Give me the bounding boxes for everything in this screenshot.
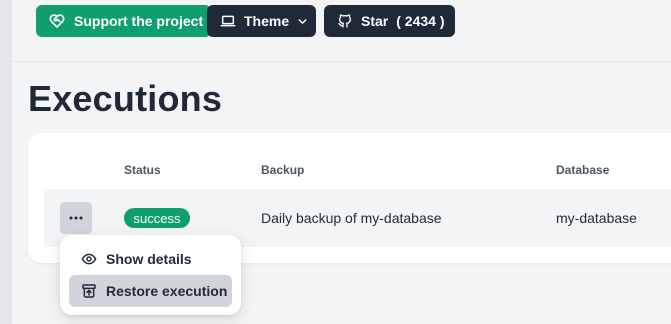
- page-title: Executions: [28, 78, 223, 119]
- eye-icon: [81, 253, 97, 265]
- menu-item-restore-execution[interactable]: Restore execution: [69, 275, 232, 307]
- sidebar-edge: [0, 0, 12, 324]
- menu-item-show-details[interactable]: Show details: [69, 243, 232, 275]
- theme-dropdown-button[interactable]: Theme: [207, 5, 316, 37]
- more-horizontal-icon: [69, 216, 83, 220]
- support-project-button[interactable]: Support the project: [36, 5, 211, 37]
- chevron-down-icon: [298, 18, 307, 24]
- column-header-status[interactable]: Status: [124, 163, 161, 177]
- row-actions-button[interactable]: [60, 202, 92, 234]
- github-star-button[interactable]: Star ( 2434 ): [324, 5, 455, 37]
- star-count: ( 2434 ): [396, 13, 445, 29]
- database-name-cell: my-database: [556, 210, 637, 226]
- theme-label: Theme: [244, 13, 290, 29]
- menu-item-label: Show details: [106, 251, 192, 267]
- github-icon: [338, 14, 351, 28]
- support-project-label: Support the project: [74, 13, 204, 29]
- row-actions-menu: Show details Restore execution: [60, 235, 241, 315]
- laptop-icon: [220, 15, 236, 27]
- column-header-database[interactable]: Database: [556, 163, 609, 177]
- backup-name-cell: Daily backup of my-database: [261, 210, 442, 226]
- column-header-backup[interactable]: Backup: [261, 163, 304, 177]
- menu-item-label: Restore execution: [106, 283, 228, 299]
- heart-handshake-icon: [49, 14, 65, 28]
- star-label: Star: [361, 13, 389, 29]
- restore-icon: [82, 284, 96, 298]
- status-badge: success: [124, 208, 190, 228]
